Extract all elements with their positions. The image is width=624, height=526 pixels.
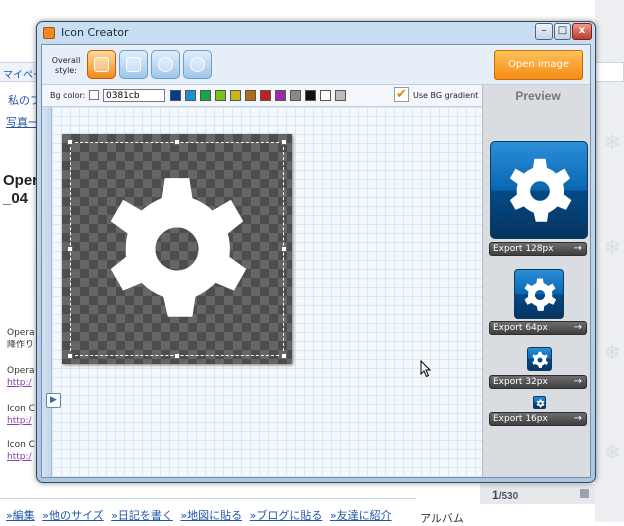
export-16-button[interactable]: Export 16px → bbox=[489, 412, 587, 426]
play-icon[interactable]: ▶ bbox=[46, 393, 61, 408]
color-swatch[interactable] bbox=[335, 90, 346, 101]
bottom-link[interactable]: »日記を書く bbox=[111, 509, 173, 522]
color-swatch[interactable] bbox=[245, 90, 256, 101]
resize-handle[interactable] bbox=[67, 353, 73, 359]
style-button-glossy-round[interactable] bbox=[151, 50, 180, 79]
background-photo-link[interactable]: 写真一 bbox=[6, 114, 40, 130]
open-image-button[interactable]: Open image bbox=[494, 50, 583, 80]
background-title-line: _04 bbox=[3, 190, 29, 207]
color-swatch[interactable] bbox=[170, 90, 181, 101]
background-title: Opera _04 bbox=[3, 172, 39, 208]
export-32-button[interactable]: Export 32px → bbox=[489, 375, 587, 389]
background-nav-link[interactable]: マイページ bbox=[0, 62, 40, 82]
export-64-button[interactable]: Export 64px → bbox=[489, 321, 587, 335]
window-content: Overall style: Open image Bg color: ✔ Us… bbox=[41, 44, 591, 478]
app-icon bbox=[43, 27, 55, 39]
resize-handle[interactable] bbox=[281, 246, 287, 252]
color-swatch[interactable] bbox=[200, 90, 211, 101]
export-label: Export 16px bbox=[493, 414, 548, 424]
pager-next-icon[interactable] bbox=[580, 489, 589, 498]
color-swatch[interactable] bbox=[215, 90, 226, 101]
use-gradient-checkbox[interactable]: ✔ bbox=[394, 87, 409, 102]
bottom-link[interactable]: »地図に貼る bbox=[180, 509, 242, 522]
background-right-tab[interactable] bbox=[595, 62, 624, 82]
gear-icon bbox=[509, 158, 572, 222]
album-label: アルバム bbox=[420, 512, 464, 525]
resize-handle[interactable] bbox=[281, 353, 287, 359]
style-circle-icon bbox=[158, 57, 173, 72]
icon-creator-window: Icon Creator – □ x Overall style: Open i… bbox=[36, 21, 596, 483]
pager-current: 1 bbox=[492, 488, 499, 502]
style-button-glossy-square[interactable] bbox=[87, 50, 116, 79]
bg-color-label: Bg color: bbox=[50, 91, 86, 100]
snowflake-icon: ❄ bbox=[604, 130, 621, 154]
preview-icon-64 bbox=[514, 269, 564, 319]
resize-handle[interactable] bbox=[174, 353, 180, 359]
resize-handle[interactable] bbox=[281, 139, 287, 145]
canvas-left-strip bbox=[42, 107, 52, 477]
transparent-bg-checkbox[interactable] bbox=[89, 90, 99, 100]
style-circle-icon bbox=[190, 57, 205, 72]
close-button[interactable]: x bbox=[572, 23, 592, 40]
window-titlebar[interactable]: Icon Creator – □ x bbox=[37, 22, 595, 44]
background-bottom-links: »編集 »他のサイズ »日記を書く »地図に貼る »ブログに貼る »友達に紹介 bbox=[0, 498, 416, 522]
overall-style-label: Overall style: bbox=[51, 56, 81, 75]
bottom-link[interactable]: »友達に紹介 bbox=[330, 509, 392, 522]
snowflake-icon: ❄ bbox=[604, 340, 621, 364]
preview-icon-16 bbox=[533, 396, 546, 409]
gear-icon bbox=[524, 278, 557, 311]
style-square-icon bbox=[94, 57, 109, 72]
color-swatch[interactable] bbox=[275, 90, 286, 101]
background-title-line: Opera bbox=[3, 172, 39, 189]
resize-handle[interactable] bbox=[67, 246, 73, 252]
color-swatch[interactable] bbox=[305, 90, 316, 101]
arrow-right-icon: → bbox=[573, 243, 582, 254]
snowflake-icon: ❄ bbox=[604, 440, 621, 464]
window-title: Icon Creator bbox=[61, 26, 129, 39]
export-label: Export 32px bbox=[493, 377, 548, 387]
bottom-link[interactable]: »ブログに貼る bbox=[250, 509, 323, 522]
maximize-button[interactable]: □ bbox=[554, 23, 571, 40]
export-label: Export 64px bbox=[493, 323, 548, 333]
arrow-right-icon: → bbox=[573, 322, 582, 333]
preview-icon-128 bbox=[490, 141, 588, 239]
color-swatch[interactable] bbox=[260, 90, 271, 101]
bottom-link[interactable]: »編集 bbox=[6, 509, 35, 522]
gear-icon bbox=[532, 351, 549, 368]
background-tab[interactable]: 私のフ bbox=[0, 92, 40, 108]
preview-header: Preview bbox=[515, 89, 561, 103]
color-swatch[interactable] bbox=[185, 90, 196, 101]
hex-color-input[interactable] bbox=[103, 89, 165, 102]
preview-icon-32 bbox=[527, 347, 552, 371]
style-button-flat-round[interactable] bbox=[183, 50, 212, 79]
arrow-right-icon: → bbox=[573, 376, 582, 387]
bg-color-bar: Bg color: ✔ Use BG gradient bbox=[42, 85, 482, 107]
export-label: Export 128px bbox=[493, 244, 554, 254]
selection-box[interactable] bbox=[70, 142, 284, 356]
arrow-right-icon: → bbox=[573, 413, 582, 424]
color-swatch[interactable] bbox=[290, 90, 301, 101]
style-button-flat-square[interactable] bbox=[119, 50, 148, 79]
export-128-button[interactable]: Export 128px → bbox=[489, 242, 587, 256]
use-gradient-label: Use BG gradient bbox=[413, 91, 479, 100]
color-swatch[interactable] bbox=[230, 90, 241, 101]
gear-icon bbox=[536, 399, 545, 408]
mouse-cursor-icon bbox=[420, 360, 432, 378]
photo-pager: 1/530 bbox=[480, 484, 595, 504]
bottom-link[interactable]: »他のサイズ bbox=[42, 509, 103, 522]
color-swatch[interactable] bbox=[320, 90, 331, 101]
preview-panel: Preview Export 128px → Export 64px → Expor… bbox=[482, 85, 590, 477]
icon-edit-frame[interactable] bbox=[62, 134, 292, 364]
resize-handle[interactable] bbox=[174, 139, 180, 145]
resize-handle[interactable] bbox=[67, 139, 73, 145]
style-square-icon bbox=[126, 57, 141, 72]
style-toolbar: Overall style: bbox=[42, 45, 482, 85]
snowflake-icon: ❄ bbox=[604, 235, 621, 259]
minimize-button[interactable]: – bbox=[535, 23, 553, 40]
pager-total: /530 bbox=[498, 491, 519, 502]
